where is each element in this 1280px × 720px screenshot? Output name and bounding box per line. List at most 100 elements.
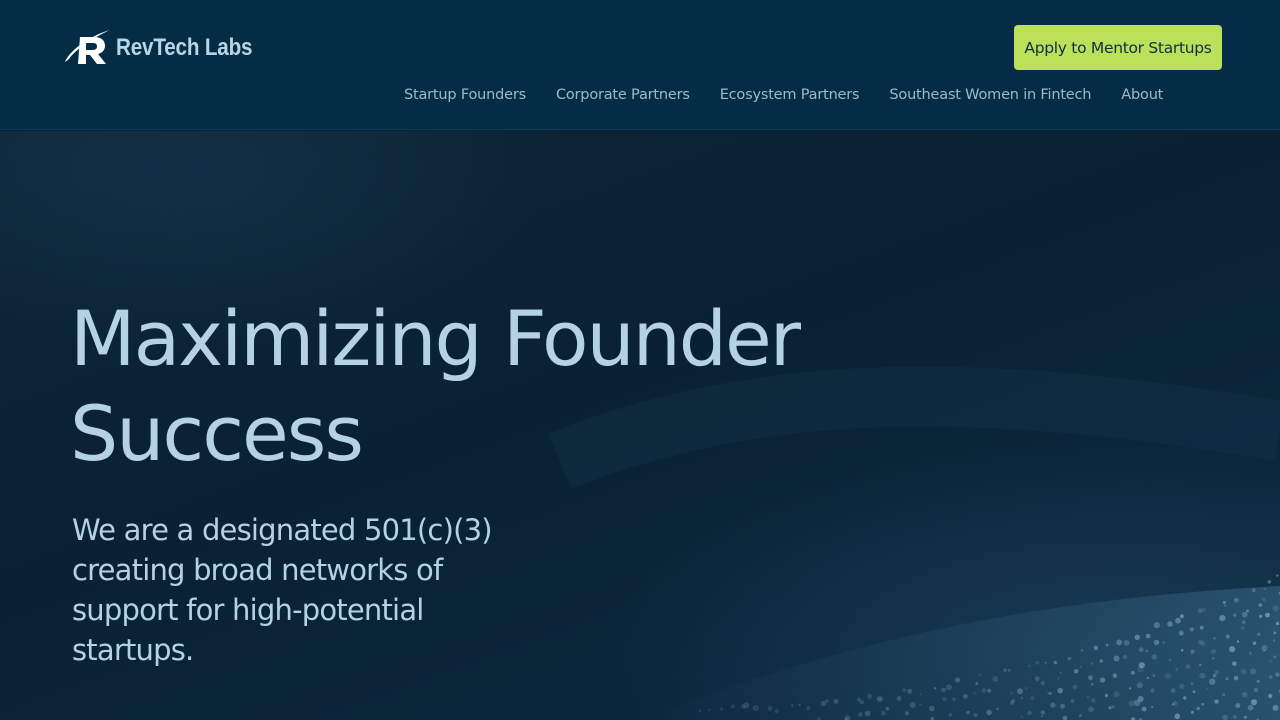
network-dot (774, 709, 779, 714)
network-dot (1243, 715, 1247, 719)
network-dot (1252, 641, 1257, 646)
network-dot (1040, 710, 1046, 715)
network-dot (1212, 673, 1217, 678)
network-dot (1272, 605, 1279, 612)
network-dot (1017, 688, 1023, 695)
network-dot (992, 675, 999, 682)
network-dot (955, 677, 961, 683)
network-dot (1259, 614, 1263, 618)
nav-item-southeast-women-in-fintech[interactable]: Southeast Women in Fintech (874, 87, 1106, 103)
network-dot (1214, 669, 1219, 675)
network-dot (1232, 661, 1237, 666)
network-dot (1199, 663, 1202, 667)
network-dot (1138, 647, 1144, 653)
network-dot (1167, 621, 1173, 627)
network-dot (1141, 706, 1147, 712)
network-dot (1057, 677, 1060, 680)
network-dot (1242, 691, 1248, 698)
network-dot (1198, 608, 1203, 614)
network-dot (1246, 609, 1249, 613)
network-dot (708, 708, 711, 712)
network-dot (1111, 705, 1115, 709)
nav-item-corporate-partners[interactable]: Corporate Partners (541, 87, 705, 103)
network-dot (896, 695, 902, 702)
network-dot (1252, 588, 1256, 592)
network-dot (1174, 713, 1181, 720)
network-dot (1072, 684, 1078, 690)
network-dot (1222, 601, 1226, 604)
network-dot (1112, 673, 1118, 678)
network-dot (1170, 688, 1176, 693)
network-dot (876, 696, 883, 702)
network-dot (1248, 651, 1252, 655)
network-dot (1059, 671, 1062, 674)
network-dot (1079, 714, 1082, 717)
network-dot (919, 703, 922, 706)
network-dot (1233, 715, 1237, 719)
network-dot (1236, 640, 1240, 643)
network-dot (1222, 693, 1226, 696)
network-dot (1202, 608, 1207, 612)
page: RevTech Labs Apply to Mentor Startups St… (0, 0, 1280, 720)
network-dot (1214, 699, 1219, 704)
network-dot (1190, 649, 1195, 654)
network-dot (1191, 710, 1194, 714)
network-dot (1034, 676, 1040, 682)
site-header: RevTech Labs Apply to Mentor Startups St… (0, 0, 1280, 130)
network-dot (1011, 698, 1016, 703)
network-dot (1200, 641, 1206, 647)
network-dot (1241, 620, 1246, 625)
network-dot (1233, 613, 1237, 617)
hero-title: Maximizing Founder Success (70, 291, 970, 481)
network-dot (907, 688, 913, 694)
nav-item-startup-founders[interactable]: Startup Founders (389, 87, 541, 103)
network-dot (1275, 621, 1280, 626)
network-dot (1175, 668, 1179, 671)
hero-subtitle: We are a designated 501(c)(3) creating b… (72, 513, 493, 667)
nav-item-ecosystem-partners[interactable]: Ecosystem Partners (705, 87, 875, 103)
network-dot (1234, 598, 1239, 603)
network-dot (1276, 574, 1279, 577)
network-dot (1104, 693, 1108, 698)
network-dot (1199, 672, 1206, 679)
network-dot (973, 713, 978, 718)
hero-title-line-2: Success (70, 389, 364, 478)
network-dot (1136, 682, 1143, 689)
network-dot (1113, 655, 1120, 662)
network-dot (1150, 688, 1155, 693)
network-dot (1099, 677, 1106, 683)
network-dot (1233, 675, 1239, 681)
network-dot (1035, 661, 1040, 665)
network-dot (1267, 580, 1272, 584)
network-dot (1040, 680, 1046, 686)
network-dot (1050, 702, 1056, 708)
network-dot (975, 682, 979, 686)
network-dot (1108, 706, 1112, 710)
network-dot (1241, 626, 1245, 630)
apply-to-mentor-button[interactable]: Apply to Mentor Startups (1014, 25, 1222, 70)
network-dot (1093, 645, 1099, 650)
logo-link[interactable]: RevTech Labs (64, 28, 275, 68)
network-dot (1090, 662, 1093, 665)
network-dot (1272, 704, 1279, 711)
network-dot (1080, 649, 1084, 652)
network-dot (1219, 615, 1226, 622)
network-dot (1258, 603, 1263, 607)
network-dot (885, 706, 890, 711)
network-dot (1060, 703, 1065, 709)
network-dot (1196, 706, 1200, 711)
network-dot (1025, 687, 1028, 690)
network-dot (752, 705, 759, 712)
network-dot (1225, 634, 1231, 639)
network-dot (996, 707, 999, 711)
network-dot (1129, 687, 1132, 690)
network-dot (1257, 632, 1261, 636)
network-dot (1074, 669, 1079, 674)
network-dot (1145, 649, 1149, 653)
network-dot (1164, 673, 1172, 680)
network-dot (1028, 664, 1031, 668)
nav-item-about[interactable]: About (1106, 87, 1178, 103)
network-dot (919, 693, 922, 696)
network-dot (1145, 633, 1151, 639)
network-dot (1134, 634, 1141, 640)
